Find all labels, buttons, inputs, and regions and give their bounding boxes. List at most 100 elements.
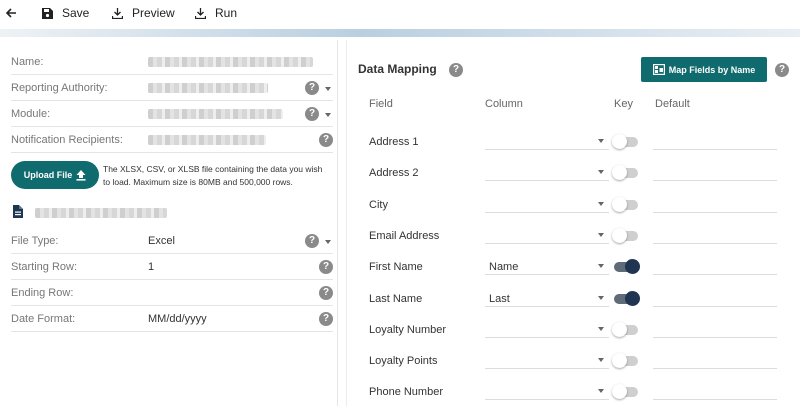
- chevron-down-icon[interactable]: [325, 87, 331, 91]
- mapping-field-label: City: [369, 198, 388, 211]
- back-button[interactable]: [5, 4, 26, 22]
- data-mapping-title: Data Mapping: [358, 62, 437, 76]
- mapping-row: Address 2: [347, 157, 800, 188]
- mapping-field-label: First Name: [369, 261, 423, 274]
- upload-file-label: Upload File: [23, 170, 73, 180]
- download-icon: [112, 7, 123, 19]
- key-toggle[interactable]: [612, 321, 638, 337]
- chevron-down-icon[interactable]: [325, 240, 331, 244]
- default-value-input[interactable]: [653, 345, 777, 370]
- file-type-select[interactable]: Excel: [148, 235, 175, 247]
- help-icon[interactable]: ?: [305, 234, 319, 248]
- mapping-row: Last Name Last: [347, 283, 800, 314]
- mapping-column-select[interactable]: [485, 345, 609, 370]
- mapping-field-label: Address 1: [369, 136, 419, 148]
- mapping-field-label: Loyalty Number: [369, 323, 447, 336]
- toggle-knob: [612, 227, 627, 243]
- help-icon[interactable]: ?: [319, 260, 333, 274]
- key-toggle[interactable]: [612, 165, 638, 181]
- key-toggle[interactable]: [612, 134, 638, 149]
- default-value-input[interactable]: [653, 376, 777, 401]
- mapping-column-select[interactable]: [485, 314, 609, 338]
- help-icon[interactable]: ?: [305, 81, 319, 95]
- key-toggle[interactable]: [612, 227, 638, 243]
- column-column-header: Column: [485, 98, 523, 110]
- save-icon: [42, 7, 53, 19]
- save-label: Save: [62, 6, 90, 20]
- mapping-column-select[interactable]: Last: [485, 283, 609, 307]
- module-label: Module:: [11, 108, 51, 120]
- field-column-header: Field: [369, 98, 393, 110]
- mapping-field-label: Last Name: [369, 292, 423, 305]
- map-fields-label: Map Fields by Name: [668, 64, 756, 75]
- mapping-row: Loyalty Points: [347, 345, 800, 376]
- notification-recipients-input[interactable]: [148, 135, 266, 145]
- default-value-input[interactable]: [653, 220, 777, 244]
- mapping-field-label: Address 2: [369, 167, 419, 180]
- mapping-column-select[interactable]: [485, 220, 609, 244]
- help-icon[interactable]: ?: [319, 133, 333, 147]
- key-toggle[interactable]: [614, 290, 640, 306]
- help-icon[interactable]: ?: [319, 286, 333, 300]
- toggle-knob: [612, 353, 627, 369]
- help-icon[interactable]: ?: [449, 63, 463, 77]
- run-button[interactable]: Run: [195, 4, 237, 22]
- default-value-input[interactable]: [653, 314, 777, 338]
- starting-row-row: Starting Row: 1 ?: [11, 254, 333, 280]
- mapping-column-select[interactable]: [485, 157, 609, 182]
- toggle-knob: [612, 134, 627, 149]
- chevron-down-icon: [598, 264, 604, 269]
- data-mapping-panel: Data Mapping ? Map Fields by Name ? Fiel…: [346, 40, 800, 406]
- help-icon[interactable]: ?: [305, 107, 319, 121]
- mapping-column-select[interactable]: [485, 189, 609, 213]
- toolbar: Save Preview Run: [0, 0, 800, 26]
- date-format-input[interactable]: MM/dd/yyyy: [148, 313, 207, 325]
- toggle-knob: [625, 259, 640, 275]
- chevron-down-icon[interactable]: [325, 113, 331, 117]
- name-input[interactable]: [148, 57, 313, 67]
- upload-icon: [76, 169, 86, 181]
- help-icon[interactable]: ?: [775, 63, 789, 77]
- save-button[interactable]: Save: [42, 4, 89, 22]
- upload-file-button[interactable]: Upload File: [11, 161, 99, 189]
- key-toggle[interactable]: [612, 353, 638, 369]
- mapping-column-select[interactable]: [485, 376, 609, 401]
- preview-button[interactable]: Preview: [112, 4, 175, 22]
- chevron-down-icon: [598, 232, 604, 237]
- import-settings-panel: Name: Reporting Authority: ? Module: ? N…: [5, 40, 338, 406]
- chevron-down-icon: [598, 170, 604, 175]
- name-row: Name:: [11, 49, 333, 75]
- uploaded-file-name: [35, 208, 167, 218]
- chevron-down-icon: [598, 295, 604, 300]
- mapping-row: City: [347, 189, 800, 220]
- reporting-authority-select[interactable]: [148, 83, 268, 93]
- module-select[interactable]: [148, 109, 283, 119]
- key-toggle[interactable]: [614, 259, 640, 275]
- mapping-field-label: Email Address: [369, 229, 440, 242]
- chevron-down-icon: [598, 201, 604, 206]
- key-toggle[interactable]: [612, 384, 638, 400]
- mapping-column-value: Name: [489, 261, 519, 274]
- help-icon[interactable]: ?: [319, 312, 333, 326]
- mapping-field-label: Phone Number: [369, 386, 443, 399]
- file-icon: [13, 205, 23, 218]
- mapping-column-select[interactable]: Name: [485, 251, 609, 276]
- default-value-input[interactable]: [653, 283, 777, 307]
- default-value-input[interactable]: [653, 189, 777, 213]
- default-value-input[interactable]: [653, 126, 777, 150]
- map-fields-by-name-button[interactable]: Map Fields by Name: [641, 57, 767, 82]
- mapping-column-value: Last: [489, 292, 510, 305]
- default-value-input[interactable]: [653, 251, 777, 276]
- notification-recipients-label: Notification Recipients:: [11, 134, 123, 146]
- key-toggle[interactable]: [612, 196, 638, 212]
- toggle-knob: [612, 384, 627, 400]
- ending-row-row: Ending Row: ?: [11, 280, 333, 306]
- mapping-column-select[interactable]: [485, 126, 609, 150]
- starting-row-input[interactable]: 1: [148, 261, 154, 273]
- header-strip: [0, 29, 800, 37]
- default-value-input[interactable]: [653, 157, 777, 182]
- default-column-header: Default: [655, 98, 690, 110]
- chevron-down-icon: [598, 326, 604, 331]
- upload-note: The XLSX, CSV, or XLSB file containing t…: [103, 164, 323, 187]
- map-fields-icon: [652, 64, 665, 75]
